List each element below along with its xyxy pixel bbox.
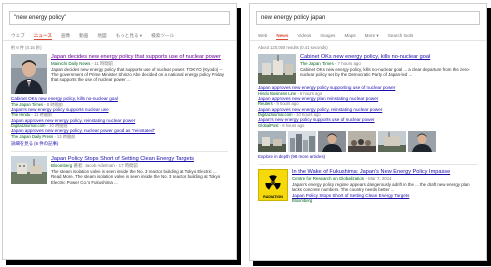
- left-more-articles-link[interactable]: 詳細を見る (6 件の記事): [11, 141, 228, 147]
- left-divider: [11, 151, 228, 153]
- left-search-input[interactable]: "new energy policy": [9, 11, 230, 25]
- right-result-1-date: - 7 hours ago: [334, 60, 361, 66]
- right-tab-more[interactable]: More ▾: [365, 32, 379, 40]
- right-tabs: Web News Videos Images Maps More ▾ Searc…: [250, 29, 486, 41]
- right-tab-videos[interactable]: Videos: [297, 32, 311, 40]
- right-result-2-sub-source: Bloomberg: [292, 198, 313, 204]
- right-sub-1-date: - 5 hours ago: [297, 90, 323, 96]
- left-result-1-snippet: Japan decides new energy policy that sup…: [51, 66, 225, 83]
- left-result-1: Japan decides new energy policy that sup…: [3, 54, 236, 147]
- rally-photo-icon: [348, 131, 376, 153]
- right-divider: [258, 164, 478, 166]
- left-result-1-source-name: Mainichi Daily News: [51, 60, 91, 66]
- left-result-1-subresults: Cabinet OKs new energy policy, kills no-…: [11, 96, 228, 147]
- left-result-stats: 約 6 件 (0.15 秒): [11, 45, 42, 50]
- left-sub-1-source-name: The Japan Times: [11, 101, 44, 107]
- right-search-input[interactable]: new energy policy japan: [256, 11, 480, 25]
- right-result-1-title[interactable]: Cabinet OKs new energy policy, kills no-…: [300, 54, 478, 61]
- left-tab-images[interactable]: 画像: [61, 32, 70, 40]
- left-sub-4-date: - 13 時間前: [54, 133, 76, 139]
- right-sub-2-date: - 9 hours ago: [273, 101, 299, 107]
- left-tab-maps[interactable]: 地図: [97, 32, 106, 40]
- left-tab-videos[interactable]: 動画: [79, 32, 88, 40]
- left-result-2-title[interactable]: Japan Policy Stops Short of Setting Clea…: [51, 156, 228, 163]
- right-tab-maps[interactable]: Maps: [344, 32, 355, 40]
- left-result-2: Japan Policy Stops Short of Setting Clea…: [3, 156, 236, 185]
- left-tab-search-tools[interactable]: 検索ツール: [151, 32, 174, 40]
- right-result-2-title[interactable]: In the Wake of Fukushima: Japan's New En…: [292, 169, 478, 176]
- radiation-sign-thumbnail[interactable]: RADIATION: [258, 169, 288, 202]
- left-tabs: ウェブ ニュース 画像 動画 地図 もっと見る ▾ 検索ツール: [3, 29, 236, 41]
- right-tab-images[interactable]: Images: [320, 32, 335, 40]
- left-result-2-source-name: Bloomberg: [51, 162, 73, 168]
- photo-strip-item-1[interactable]: [258, 131, 286, 153]
- portrait-photo-icon-2: [408, 131, 436, 153]
- right-result-1-source-name: The Japan Times: [300, 60, 334, 66]
- radiation-sign-label: RADIATION: [263, 195, 283, 200]
- right-sub-4-date: - 8 hours ago: [279, 122, 305, 128]
- right-tab-search-tools[interactable]: Search tools: [388, 32, 414, 40]
- left-sub-4-source-name: The Japan Daily Press: [11, 133, 54, 139]
- plant-photo-icon: [258, 131, 286, 153]
- left-result-2-snippet: The steam isolation valve is seen inside…: [51, 168, 221, 185]
- left-tab-news[interactable]: ニュース: [33, 32, 52, 40]
- right-result-2-date: - Mar 7, 2014: [365, 175, 392, 181]
- explore-in-depth-link[interactable]: Explore in depth (98 more articles): [250, 154, 486, 160]
- right-sub-1-source-name: Hindu Business Line: [258, 90, 297, 96]
- left-result-1-date: - 11 時間前: [91, 60, 114, 66]
- left-sub-2-date: - 11 時間前: [31, 112, 53, 118]
- right-result-1: Cabinet OKs new energy policy, kills no-…: [250, 54, 486, 128]
- left-sub-1-date: - 8 時間前: [44, 101, 63, 107]
- left-result-1-title[interactable]: Japan decides new energy policy that sup…: [51, 54, 228, 61]
- left-result-2-date: - 17 時間前: [115, 162, 138, 168]
- portrait-photo-icon: [318, 131, 346, 153]
- news-photo-strip: [250, 128, 486, 154]
- reactor-photo-thumbnail[interactable]: [11, 156, 47, 185]
- plant-photo-thumbnail[interactable]: [258, 54, 296, 84]
- left-sub-2-source-name: The Hindu: [11, 112, 31, 118]
- radiation-hazard-icon: [265, 175, 281, 190]
- city-photo-icon: [288, 131, 316, 153]
- left-tab-more[interactable]: もっと見る ▾: [116, 32, 143, 40]
- right-result-1-subresults: Japan approves new energy policy support…: [258, 85, 478, 128]
- power-plant-image-icon: [258, 54, 296, 84]
- left-sub-4-source: The Japan Daily Press - 13 時間前: [11, 134, 228, 139]
- right-result-1-snippet: Cabinet OKs new energy policy, kills no-…: [300, 66, 471, 77]
- photo-strip-item-5[interactable]: [378, 131, 406, 153]
- right-result-2: RADIATION In the Wake of Fukushima: Japa…: [250, 169, 486, 203]
- photo-strip-item-6[interactable]: [408, 131, 436, 153]
- left-tab-web[interactable]: ウェブ: [11, 32, 25, 40]
- right-result-2-source-name: Centre for Research on Globalization: [292, 175, 365, 181]
- portrait-image-icon: [11, 54, 47, 94]
- photo-strip-item-4[interactable]: [348, 131, 376, 153]
- right-result-2-snippet: Japan's energy policy regime appears dan…: [292, 181, 470, 193]
- right-sub-4-source-name: GlobalPost: [258, 122, 279, 128]
- right-sub-2-source-name: Reuters: [258, 101, 273, 107]
- photo-strip-item-2[interactable]: [288, 131, 316, 153]
- right-tab-news[interactable]: News: [276, 32, 289, 40]
- left-search-window: "new energy policy" ウェブ ニュース 画像 動画 地図 もっ…: [2, 3, 237, 260]
- reactor-photo-icon: [378, 131, 406, 153]
- left-result-2-author: 著者: Jacob Adelman: [73, 162, 115, 168]
- abe-photo-thumbnail[interactable]: [11, 54, 47, 94]
- right-result-stats: About 120,000 results (0.41 seconds): [258, 45, 328, 50]
- right-search-window: new energy policy japan Web News Videos …: [249, 3, 487, 261]
- photo-strip-item-3[interactable]: [318, 131, 346, 153]
- reactor-image-icon: [11, 156, 47, 185]
- right-tab-web[interactable]: Web: [258, 32, 267, 40]
